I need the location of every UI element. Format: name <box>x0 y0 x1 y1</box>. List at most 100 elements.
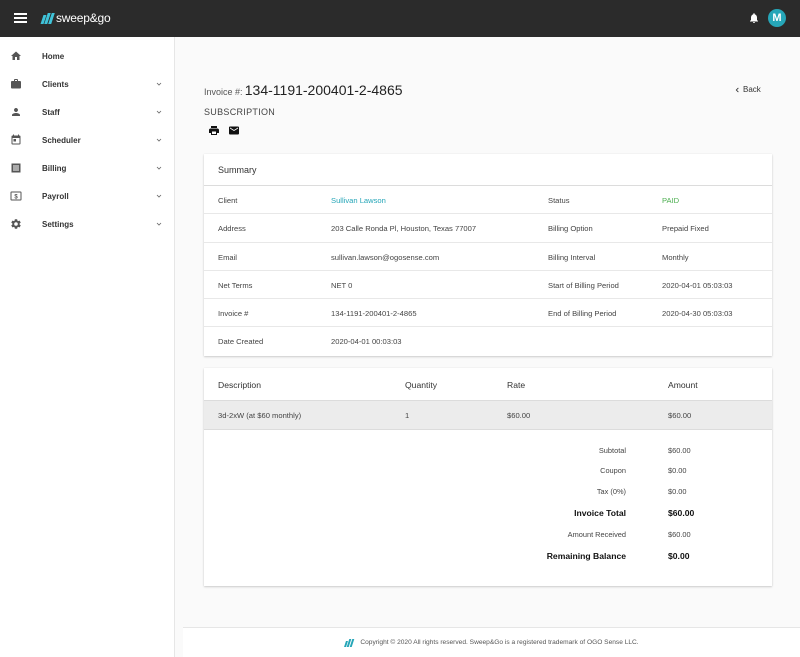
item-amount: $60.00 <box>668 411 692 420</box>
summary-label: Client <box>218 196 238 205</box>
subtotal-label: Subtotal <box>598 446 626 455</box>
gear-icon <box>11 219 21 229</box>
invoice-actions <box>208 125 240 136</box>
summary-value: 2020-04-01 05:03:03 <box>662 280 733 290</box>
sidebar-item-label: Home <box>42 51 65 61</box>
sidebar-item-billing[interactable]: Billing <box>0 154 175 182</box>
app-logo[interactable]: sweep&go <box>40 11 111 25</box>
column-header: Description <box>218 380 261 390</box>
summary-label: Billing Option <box>548 224 593 234</box>
sidebar-item-scheduler[interactable]: Scheduler <box>0 126 175 154</box>
summary-value: 203 Calle Ronda Pl, Houston, Texas 77007 <box>331 224 477 234</box>
summary-label: Invoice # <box>218 309 249 319</box>
sidebar-item-clients[interactable]: Clients <box>0 70 175 98</box>
sidebar-item-settings[interactable]: Settings <box>0 210 175 238</box>
sidebar-item-payroll[interactable]: $ Payroll <box>0 182 175 210</box>
chevron-down-icon[interactable] <box>155 108 163 116</box>
summary-value: Monthly <box>662 252 689 262</box>
chevron-down-icon[interactable] <box>155 164 163 172</box>
remaining-balance-value: $0.00 <box>668 551 690 561</box>
invoice-label: Invoice #: <box>204 87 243 97</box>
chevron-down-icon[interactable] <box>155 136 163 144</box>
summary-value: 2020-04-01 00:03:03 <box>331 337 402 347</box>
list-icon <box>11 163 21 173</box>
summary-row: Date Created 2020-04-01 00:03:03 <box>204 327 772 355</box>
summary-label: Net Terms <box>218 280 253 290</box>
summary-label: Date Created <box>218 337 264 347</box>
remaining-balance-label: Remaining Balance <box>546 551 626 561</box>
back-button[interactable]: Back <box>734 85 761 94</box>
coupon-value: $0.00 <box>668 466 687 475</box>
tax-label: Tax (0%) <box>596 487 626 496</box>
summary-value: sullivan.lawson@ogosense.com <box>331 252 440 262</box>
sidebar-item-label: Scheduler <box>42 135 81 145</box>
summary-value: Prepaid Fixed <box>662 224 709 234</box>
back-label: Back <box>743 85 761 94</box>
footer: Copyright © 2020 All rights reserved. Sw… <box>183 627 800 657</box>
briefcase-icon <box>11 79 21 89</box>
summary-row: Net Terms NET 0 Start of Billing Period … <box>204 271 772 300</box>
sidebar: Home Clients Staff Scheduler Billing $ P… <box>0 37 175 657</box>
item-rate: $60.00 <box>507 411 531 420</box>
table-header: Description Quantity Rate Amount <box>204 368 772 401</box>
logo-text: sweep&go <box>56 11 111 25</box>
tax-value: $0.00 <box>668 487 687 496</box>
column-header: Rate <box>507 380 526 390</box>
item-description: 3d-2xW (at $60 monthly) <box>218 411 302 420</box>
top-app-bar: sweep&go M <box>0 0 800 37</box>
summary-row: Invoice # 134-1191-200401-2-4865 End of … <box>204 299 772 328</box>
sidebar-item-label: Settings <box>42 219 74 229</box>
summary-label: Status <box>548 196 570 205</box>
chevron-down-icon[interactable] <box>155 80 163 88</box>
copyright-text: Copyright © 2020 All rights reserved. Sw… <box>360 639 639 646</box>
print-icon[interactable] <box>208 125 220 136</box>
summary-row: Email sullivan.lawson@ogosense.com Billi… <box>204 243 772 271</box>
chevron-left-icon <box>735 87 739 92</box>
invoice-total-value: $60.00 <box>668 508 695 518</box>
column-header: Quantity <box>405 380 438 390</box>
footer-logo-icon <box>344 638 355 647</box>
chevron-down-icon[interactable] <box>155 192 163 200</box>
sidebar-item-home[interactable]: Home <box>0 42 175 70</box>
sidebar-item-label: Billing <box>42 163 67 173</box>
summary-value: 134-1191-200401-2-4865 <box>331 309 417 319</box>
summary-label: Email <box>218 252 237 262</box>
summary-label: End of Billing Period <box>548 309 617 319</box>
summary-value: 2020-04-30 05:03:03 <box>662 309 733 319</box>
summary-title: Summary <box>204 154 772 186</box>
menu-icon[interactable] <box>14 13 27 23</box>
person-icon <box>12 108 20 116</box>
table-row: 3d-2xW (at $60 monthly) 1 $60.00 $60.00 <box>204 401 772 430</box>
invoice-total-label: Invoice Total <box>574 508 626 518</box>
calendar-icon <box>11 134 21 145</box>
dollar-icon: $ <box>10 191 22 201</box>
column-header: Amount <box>668 380 698 390</box>
summary-card: Summary Client Sullivan Lawson Status PA… <box>204 154 772 356</box>
subtotal-value: $60.00 <box>668 446 691 455</box>
summary-label: Start of Billing Period <box>548 280 619 290</box>
summary-row: Address 203 Calle Ronda Pl, Houston, Tex… <box>204 214 772 243</box>
summary-value: NET 0 <box>331 280 353 290</box>
sidebar-item-staff[interactable]: Staff <box>0 98 175 126</box>
amount-received-label: Amount Received <box>567 530 626 539</box>
summary-row: Client Sullivan Lawson Status PAID <box>204 186 772 215</box>
summary-label: Billing Interval <box>548 252 596 262</box>
bell-icon[interactable] <box>748 11 760 25</box>
subscription-label: SUBSCRIPTION <box>204 107 276 117</box>
line-items-card: Description Quantity Rate Amount 3d-2xW … <box>204 368 772 586</box>
coupon-label: Coupon <box>600 466 626 475</box>
invoice-number: 134-1191-200401-2-4865 <box>244 82 403 98</box>
status-badge: PAID <box>662 196 680 205</box>
summary-label: Address <box>218 224 246 234</box>
item-quantity: 1 <box>405 411 410 420</box>
email-icon[interactable] <box>228 125 240 136</box>
logo-mark-icon <box>40 12 55 24</box>
page-title: Invoice #: 134-1191-200401-2-4865 <box>204 82 403 98</box>
sidebar-item-label: Clients <box>42 79 69 89</box>
user-avatar[interactable]: M <box>768 9 786 27</box>
amount-received-value: $60.00 <box>668 530 691 539</box>
sidebar-item-label: Payroll <box>42 191 69 201</box>
client-link[interactable]: Sullivan Lawson <box>331 196 386 205</box>
chevron-down-icon[interactable] <box>155 220 163 228</box>
home-icon <box>11 51 21 60</box>
